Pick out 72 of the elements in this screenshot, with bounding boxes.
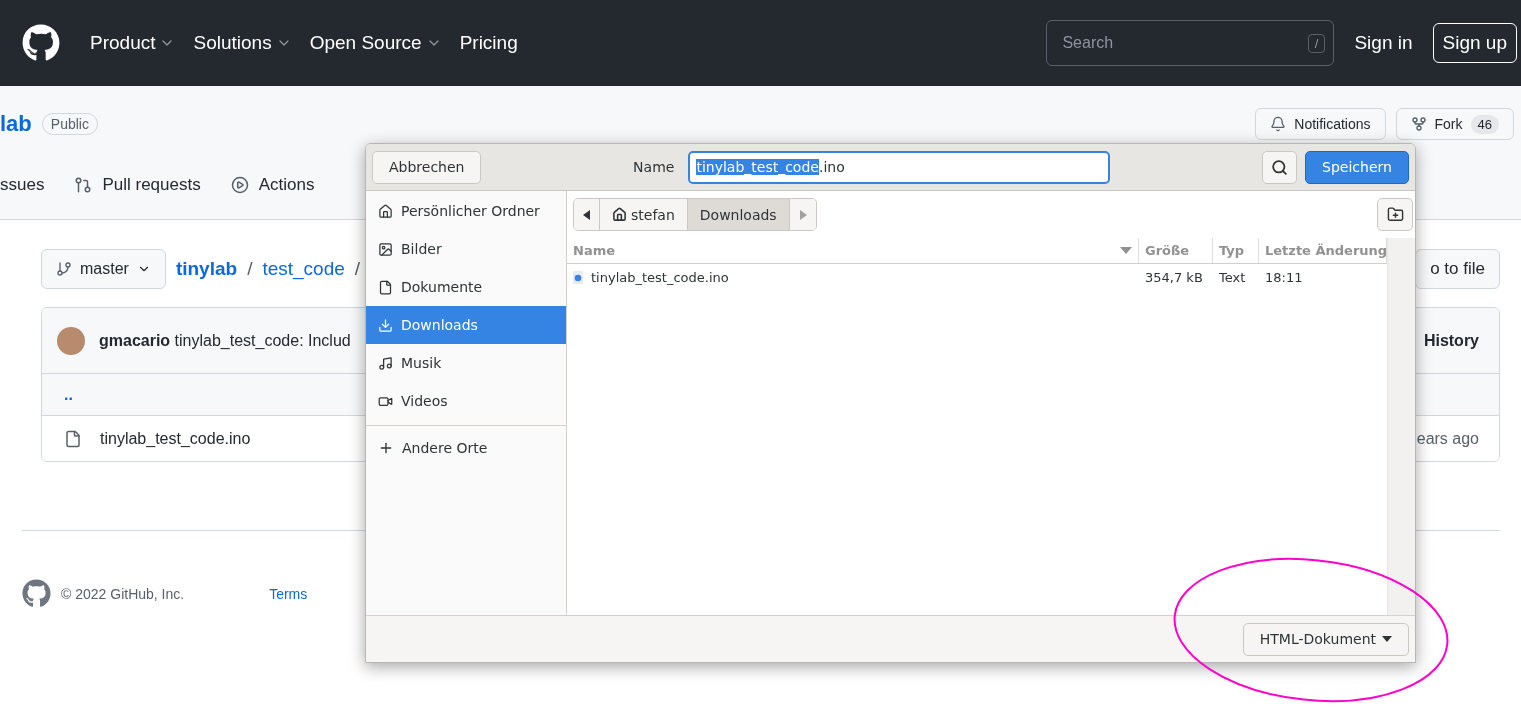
fork-button[interactable]: Fork 46 [1395,108,1514,140]
commit-message: gmacario tinylab_test_code: Includ [99,331,351,350]
home-icon [612,207,627,222]
path-segment[interactable]: stefan [600,199,688,230]
path-segment[interactable]: Downloads [687,199,790,230]
fork-icon [1410,116,1427,132]
shortcut-key: / [1307,33,1326,53]
search-button[interactable] [1262,150,1297,184]
size-cell-text: 354,7 kB [1144,269,1204,285]
nav-link[interactable]: Solutions [193,32,292,54]
place-item[interactable]: Videos [366,382,566,420]
name-label: Name [633,159,675,175]
file-link[interactable]: .. [64,385,73,404]
file-type-dropdown[interactable]: HTML-Dokument [1242,622,1409,656]
filename-field[interactable]: tinylab_test_code.ino [688,150,1111,184]
folder-plus-icon [1386,206,1404,223]
notifications-button[interactable]: Notifications [1255,108,1386,140]
branch-button[interactable]: master [41,249,166,289]
place-item[interactable]: Bilder [366,230,566,268]
nav-link[interactable]: Pricing [459,32,518,54]
document-icon [378,279,393,295]
home-icon [378,203,393,219]
sign-up-button[interactable]: Sign up [1432,23,1517,63]
cancel-button[interactable]: Abbrechen [372,150,482,184]
file-icon [64,429,82,448]
commit-age: ears ago [1416,429,1479,448]
bell-icon [1270,116,1287,132]
repo-tab[interactable]: Pull requests [74,174,201,195]
caret-icon [1382,636,1392,642]
play-icon [230,175,249,194]
place-item[interactable]: Dokumente [366,268,566,306]
breadcrumb-separator: / [247,258,253,280]
modified-cell-text: 18:11 [1264,269,1304,285]
search-icon [1271,158,1288,176]
breadcrumb-link[interactable]: tinylab [175,258,238,280]
save-button[interactable]: Speichern [1305,150,1409,184]
new-folder-button[interactable] [1377,198,1413,231]
pull-request-icon [74,175,93,194]
image-icon [378,241,393,257]
branch-icon [56,261,72,277]
sign-in-link[interactable]: Sign in [1354,32,1413,54]
fork-count: 46 [1470,114,1499,134]
search-field[interactable]: Search / [1046,20,1335,66]
repo-name[interactable]: lab [0,111,32,137]
triangle-right-icon [798,209,807,220]
logo-icon[interactable] [22,24,60,62]
place-item[interactable]: Musik [366,344,566,382]
plus-icon [378,440,394,456]
breadcrumb-separator: / [354,258,361,280]
triangle-left-icon [582,209,591,220]
avatar [57,326,85,355]
sort-triangle-icon [1120,247,1132,254]
copyright-text: © 2022 GitHub, Inc. [61,585,185,602]
history-link[interactable]: History [1423,331,1479,350]
search-placeholder: Search [1062,34,1114,52]
file-name-cell[interactable]: tinylab_test_code.ino [567,269,1139,285]
nav-link[interactable]: Product [90,32,176,54]
music-icon [378,355,393,371]
download-icon [378,317,393,333]
breadcrumb-link[interactable]: test_code [262,258,345,280]
file-link[interactable]: tinylab_test_code.ino [100,429,251,448]
place-item[interactable]: Persönlicher Ordner [366,192,566,230]
footer-link[interactable]: Terms [269,585,308,602]
repo-tab[interactable]: Actions [230,174,315,195]
back-arrow-button[interactable] [574,199,600,230]
go-to-file-button[interactable]: o to file [1415,249,1500,289]
nav-link[interactable]: Open Source [309,32,442,54]
place-item[interactable]: Andere Orte [366,429,566,467]
file-icon [573,270,583,284]
repo-tab[interactable]: ssues [0,174,45,195]
place-item[interactable]: Downloads [366,306,566,344]
type-cell-text: Text [1218,269,1247,285]
